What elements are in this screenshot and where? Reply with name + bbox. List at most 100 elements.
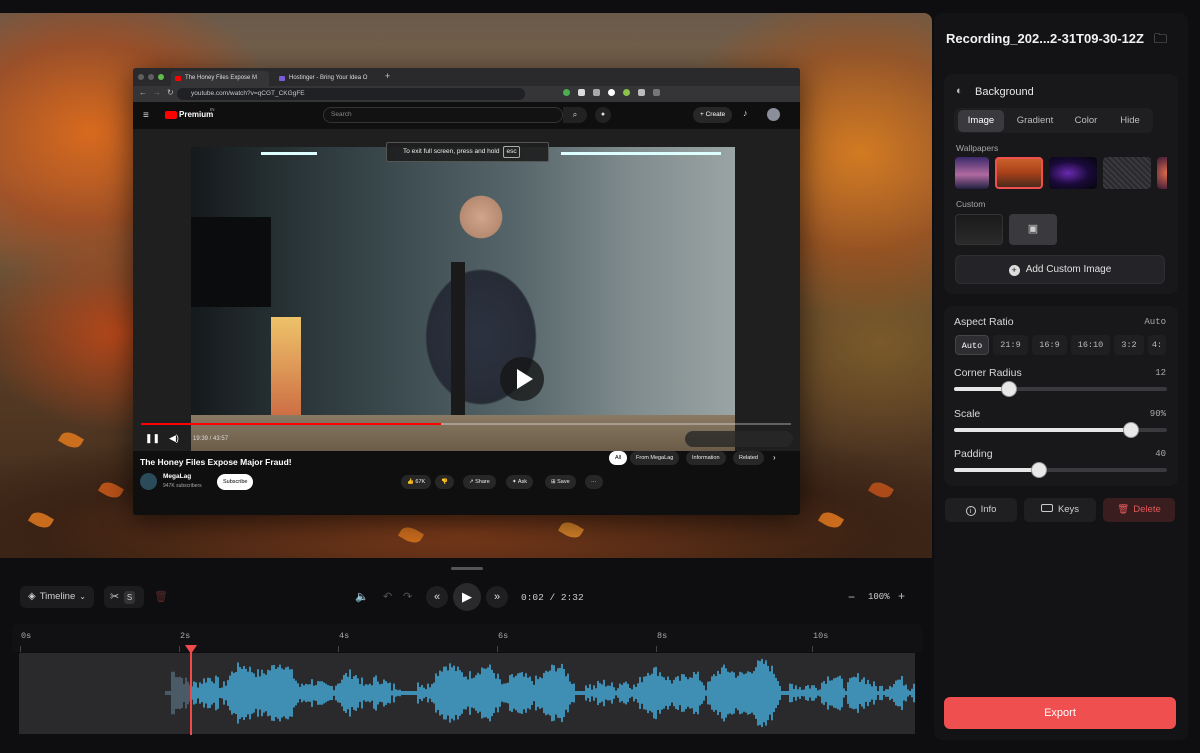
playhead[interactable] <box>190 647 192 735</box>
aspect-option[interactable]: 3:2 <box>1114 335 1144 355</box>
like-button[interactable]: 👍 67K <box>401 475 432 489</box>
custom-image-thumbnail[interactable] <box>955 214 1003 245</box>
folder-icon[interactable]: 🗀 <box>1154 30 1167 52</box>
account-avatar[interactable] <box>767 108 780 121</box>
chip-all[interactable]: All <box>609 451 628 465</box>
export-button[interactable]: Export <box>944 697 1176 729</box>
waveform-bar <box>463 676 465 710</box>
chip-from-channel[interactable]: From MegaLag <box>630 451 680 465</box>
zoom-out-icon[interactable]: − <box>848 590 855 604</box>
aspect-option-auto[interactable]: Auto <box>955 335 989 355</box>
window-close-dot <box>138 74 144 80</box>
palette-icon: ◐ <box>956 85 963 97</box>
undo-icon[interactable]: ↶ <box>383 592 392 603</box>
waveform-bar <box>367 684 369 702</box>
chevron-down-icon: ⌄ <box>79 592 86 601</box>
waveform-bar <box>579 691 581 695</box>
audio-track[interactable] <box>19 653 915 734</box>
subscribe-button[interactable]: Subscribe <box>217 474 254 490</box>
volume-icon[interactable]: ◀) <box>169 433 179 444</box>
split-button[interactable]: ✂ S <box>104 586 144 608</box>
scale-knob[interactable] <box>1123 423 1138 437</box>
volume-icon[interactable]: 🔈 <box>355 592 369 603</box>
notifications-icon[interactable]: ♪ <box>743 108 748 118</box>
waveform-bar <box>529 676 531 710</box>
corner-radius-slider[interactable] <box>954 387 1167 391</box>
zoom-in-icon[interactable]: + <box>898 589 905 603</box>
mic-icon[interactable]: ● <box>595 107 611 123</box>
resize-handle[interactable] <box>451 567 483 570</box>
search-icon[interactable]: ⌕ <box>563 107 587 123</box>
youtube-video-frame[interactable] <box>191 147 735 451</box>
waveform-bar <box>861 679 863 707</box>
pause-icon[interactable]: ❚❚ <box>145 433 160 444</box>
tab-gradient[interactable]: Gradient <box>1009 110 1061 132</box>
video-settings-group[interactable] <box>685 431 793 447</box>
wallpaper-option-selected[interactable] <box>995 157 1043 189</box>
chevron-right-icon[interactable]: › <box>773 453 776 462</box>
waveform-bar <box>833 678 835 708</box>
forward-icon[interactable]: → <box>153 88 161 97</box>
waveform-bar <box>843 688 845 698</box>
wallpaper-option[interactable] <box>1157 157 1167 189</box>
dislike-button[interactable]: 👎 <box>435 475 454 489</box>
waveform-bar <box>605 686 607 700</box>
waveform-bar <box>425 689 427 697</box>
waveform-bar <box>411 691 413 695</box>
info-button[interactable]: i Info <box>945 498 1017 522</box>
aspect-option[interactable]: 4: <box>1148 335 1166 355</box>
waveform-bar <box>631 689 633 697</box>
image-icon[interactable]: ▣ <box>1009 214 1057 245</box>
trash-icon[interactable]: 🗑 <box>154 592 168 603</box>
video-progress-bar[interactable] <box>141 423 791 425</box>
add-custom-image-button[interactable]: + Add Custom Image <box>955 255 1165 284</box>
playhead-handle[interactable] <box>185 645 197 654</box>
reload-icon[interactable]: ↻ <box>167 88 174 97</box>
waveform-bar <box>641 682 643 704</box>
chip-related[interactable]: Related <box>733 451 764 465</box>
address-bar[interactable]: youtube.com/watch?v=qCGT_CKGgFE <box>177 88 525 100</box>
fast-forward-icon[interactable]: » <box>486 586 508 608</box>
more-icon[interactable]: ··· <box>585 475 603 489</box>
chip-information[interactable]: Information <box>686 451 726 465</box>
waveform-bar <box>371 685 373 701</box>
video-play-button[interactable] <box>500 357 544 401</box>
rewind-icon[interactable]: « <box>426 586 448 608</box>
wallpaper-option[interactable] <box>955 157 989 189</box>
timeline-ruler[interactable]: 0s 2s 4s 6s 8s 10s <box>12 624 922 652</box>
play-icon[interactable]: ▶ <box>453 583 481 611</box>
wallpaper-option[interactable] <box>1049 157 1097 189</box>
padding-slider[interactable] <box>954 468 1167 472</box>
youtube-search-input[interactable]: Search <box>323 107 563 123</box>
waveform-bar <box>519 672 521 714</box>
channel-name[interactable]: MegaLag <box>163 473 191 480</box>
redo-icon[interactable]: ↷ <box>403 592 412 603</box>
waveform-bar <box>319 681 321 705</box>
waveform-bar <box>695 674 697 712</box>
waveform-bar <box>499 679 501 707</box>
save-video-button[interactable]: ⊞ Save <box>545 475 576 489</box>
tab-hide[interactable]: Hide <box>1110 110 1150 132</box>
ask-button[interactable]: ✦ Ask <box>506 475 534 489</box>
new-tab-icon[interactable]: + <box>385 71 390 81</box>
menu-icon[interactable]: ≡ <box>143 110 149 121</box>
channel-avatar[interactable] <box>140 473 157 490</box>
browser-tab-active[interactable]: The Honey Files Expose M <box>171 71 269 86</box>
timeline-mode-dropdown[interactable]: ◈ Timeline ⌄ <box>20 586 94 608</box>
wallpaper-option[interactable] <box>1103 157 1151 189</box>
delete-button[interactable]: 🗑 Delete <box>1103 498 1175 522</box>
waveform-bar <box>187 681 189 705</box>
tab-image[interactable]: Image <box>958 110 1004 132</box>
aspect-option[interactable]: 21:9 <box>993 335 1028 355</box>
tab-color[interactable]: Color <box>1064 110 1108 132</box>
youtube-brand[interactable]: Premium <box>179 110 213 119</box>
keys-button[interactable]: Keys <box>1024 498 1096 522</box>
create-button[interactable]: + Create <box>693 107 733 123</box>
aspect-option[interactable]: 16:10 <box>1071 335 1110 355</box>
aspect-option[interactable]: 16:9 <box>1032 335 1067 355</box>
waveform-bar <box>185 677 187 709</box>
browser-tab[interactable]: Hostinger - Bring Your Idea O <box>275 71 373 86</box>
waveform-bar <box>413 691 415 695</box>
back-icon[interactable]: ← <box>139 88 147 97</box>
share-button[interactable]: ↗ Share <box>463 475 496 489</box>
